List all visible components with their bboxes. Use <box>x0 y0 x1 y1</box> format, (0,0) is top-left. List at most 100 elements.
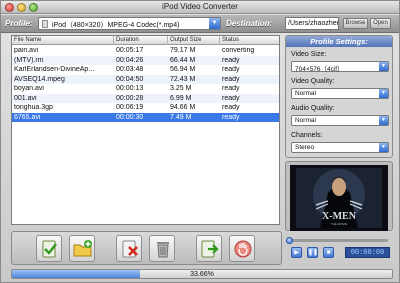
seek-track <box>292 239 388 242</box>
destination-label: Destination: <box>226 19 273 28</box>
title-bar[interactable]: iPod Video Converter <box>1 1 399 14</box>
file-name-cell: 001.avi <box>14 94 37 102</box>
table-row[interactable]: tonghua.3gp 00:06:19 94.66 M ready <box>12 103 279 113</box>
audio-quality-dropdown[interactable]: Normal ▼ <box>291 115 389 126</box>
output-size-cell: 94.66 M <box>170 104 196 111</box>
movie-title-text: X-MEN <box>322 211 357 222</box>
add-file-icon <box>73 240 92 257</box>
duration-cell: 00:04:26 <box>116 56 144 64</box>
status-cell: ready <box>222 85 240 92</box>
column-header-duration[interactable]: Duration <box>116 37 139 43</box>
status-cell: ready <box>222 104 240 111</box>
convert-button[interactable] <box>36 235 62 262</box>
play-icon: ▶ <box>294 250 299 256</box>
table-row[interactable]: pain.avi 00:05:17 79.17 M converting <box>12 46 279 56</box>
seek-slider[interactable] <box>286 237 390 244</box>
pause-button[interactable]: ❚❚ <box>307 247 318 258</box>
output-size-cell: 56.94 M <box>170 66 196 73</box>
video-quality-dropdown[interactable]: Normal ▼ <box>291 88 389 99</box>
window-title: iPod Video Converter <box>162 2 238 11</box>
file-name-cell: (MTV).rm <box>14 56 44 64</box>
progress-percent-text: 33.66% <box>190 271 214 278</box>
output-size-cell: 66.44 M <box>170 56 196 64</box>
table-row[interactable]: AVSEQ14.mpeg 00:04:50 72.43 M ready <box>12 74 279 84</box>
output-size-cell: 3.25 M <box>170 85 192 92</box>
playback-timecode: 00:00:00 <box>345 247 390 258</box>
status-cell: ready <box>222 66 240 73</box>
output-size-cell: 79.17 M <box>170 47 196 54</box>
file-name-cell: pain.avi <box>14 47 39 54</box>
duration-cell: 00:05:17 <box>116 47 144 54</box>
chevron-down-icon: ▼ <box>379 89 388 98</box>
pause-icon: ❚❚ <box>308 250 319 256</box>
table-header: File Name Duration Output Size Status <box>12 36 279 45</box>
table-row[interactable]: boyan.avi 00:00:13 3.25 M ready <box>12 84 279 94</box>
file-name-cell: tonghua.3gp <box>14 104 53 111</box>
column-header-status[interactable]: Status <box>222 37 239 43</box>
status-cell: ready <box>222 75 240 83</box>
add-file-button[interactable] <box>69 235 95 262</box>
open-button[interactable]: Open <box>370 18 391 29</box>
stop-playback-button[interactable]: ■ <box>323 247 334 258</box>
audio-quality-label: Audio Quality: <box>291 105 335 112</box>
action-toolbar <box>11 231 282 265</box>
video-size-dropdown[interactable]: 704×576（4cif） ▼ <box>291 61 389 73</box>
channels-label: Channels: <box>291 132 323 139</box>
chevron-down-icon: ▼ <box>379 62 388 71</box>
profile-value: iPod（480×320）MPEG-4 Codec(*.mp4) <box>52 22 180 29</box>
conversion-progress-bar: 33.66% <box>11 269 393 279</box>
file-list-table: File Name Duration Output Size Status pa… <box>11 35 280 225</box>
table-row[interactable]: KarlErlandsen-DivineAp... 00:03:48 56.94… <box>12 65 279 75</box>
export-button[interactable] <box>196 235 222 262</box>
play-button[interactable]: ▶ <box>291 247 302 258</box>
file-name-cell: AVSEQ14.mpeg <box>14 75 65 83</box>
clear-list-button[interactable] <box>149 235 175 262</box>
duration-cell: 00:00:28 <box>116 94 144 102</box>
video-quality-value: Normal <box>295 90 316 97</box>
video-quality-label: Video Quality: <box>291 78 335 85</box>
profile-label: Profile: <box>5 19 33 28</box>
seek-handle[interactable] <box>286 237 293 244</box>
movie-subtitle-text: THE MOVIE <box>331 222 348 226</box>
video-preview: X-MEN THE MOVIE <box>285 161 393 231</box>
chevron-down-icon: ▼ <box>379 116 388 125</box>
output-size-cell: 72.43 M <box>170 75 196 83</box>
profile-dropdown[interactable]: iPod（480×320）MPEG-4 Codec(*.mp4) ▼ <box>38 17 221 30</box>
status-cell: ready <box>222 56 240 64</box>
video-size-value: 704×576（4cif） <box>295 66 344 73</box>
duration-cell: 00:00:13 <box>116 85 144 92</box>
output-size-cell: 6.99 M <box>170 94 192 102</box>
destination-field[interactable]: /Users/zhaozhen <box>285 17 339 30</box>
file-name-cell: KarlErlandsen-DivineAp... <box>14 66 95 73</box>
table-row[interactable]: 001.avi 00:00:28 6.99 M ready <box>12 93 279 103</box>
column-header-output-size[interactable]: Output Size <box>170 37 201 43</box>
stop-icon <box>234 240 252 258</box>
file-name-cell: boyan.avi <box>14 85 44 92</box>
remove-file-button[interactable] <box>116 235 142 262</box>
preview-frame-image: X-MEN THE MOVIE <box>290 165 388 231</box>
status-cell: ready <box>222 94 240 102</box>
video-size-label: Video Size: <box>291 51 327 58</box>
browse-button[interactable]: Browse <box>343 18 368 29</box>
export-icon <box>201 240 219 258</box>
ipod-device-icon <box>42 20 48 28</box>
table-row-selected[interactable]: 6765.avi 00:00:30 7.49 M ready <box>12 112 279 122</box>
column-divider <box>167 36 168 45</box>
stop-conversion-button[interactable] <box>229 235 255 262</box>
column-divider <box>113 36 114 45</box>
duration-cell: 00:06:19 <box>116 104 144 111</box>
chevron-down-icon: ▼ <box>379 143 388 152</box>
clear-list-icon <box>157 242 169 258</box>
file-name-cell: 6765.avi <box>14 113 41 121</box>
convert-icon <box>42 240 57 258</box>
column-header-file-name[interactable]: File Name <box>14 37 41 43</box>
profile-settings-panel: Profile Settings: Video Size: 704×576（4c… <box>285 35 393 158</box>
table-row[interactable]: (MTV).rm 00:04:26 66.44 M ready <box>12 55 279 65</box>
channels-value: Stereo <box>295 144 315 151</box>
profile-settings-title: Profile Settings: <box>286 36 392 47</box>
stop-icon: ■ <box>326 250 331 256</box>
duration-cell: 00:00:30 <box>116 113 144 121</box>
duration-cell: 00:03:48 <box>116 66 144 73</box>
channels-dropdown[interactable]: Stereo ▼ <box>291 142 389 153</box>
status-cell: ready <box>222 113 240 121</box>
